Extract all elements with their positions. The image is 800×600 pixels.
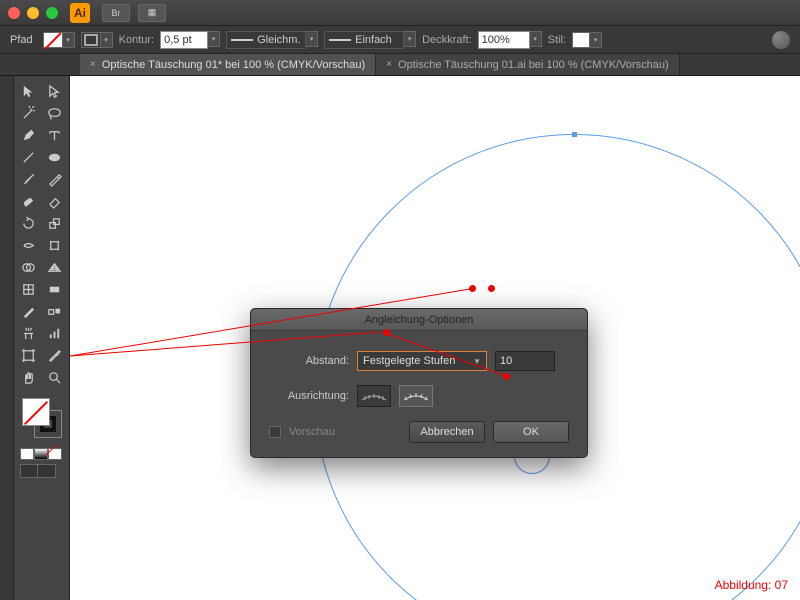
free-transform-tool[interactable]	[42, 234, 68, 256]
none-mode-button[interactable]	[48, 448, 62, 460]
close-tab-icon[interactable]: ×	[386, 59, 392, 70]
cancel-button[interactable]: Abbrechen	[409, 421, 485, 443]
annotation-dot	[469, 285, 476, 292]
tab-label: Optische Täuschung 01* bei 100 % (CMYK/V…	[102, 59, 365, 71]
eraser-tool[interactable]	[42, 190, 68, 212]
perspective-grid-tool[interactable]	[42, 256, 68, 278]
graphic-style-dropdown[interactable]: ▾	[590, 32, 602, 48]
normal-screen-mode[interactable]	[20, 464, 38, 478]
spacing-mode-select[interactable]: Festgelegte Stufen ▼	[357, 351, 487, 371]
panel-dock-strip[interactable]	[0, 76, 14, 600]
stroke-swatch[interactable]	[81, 32, 101, 48]
stroke-weight-input[interactable]: 0,5 pt	[160, 31, 208, 49]
color-mode-button[interactable]	[20, 448, 34, 460]
stroke-profile-dropdown[interactable]: ▾	[306, 31, 318, 47]
opacity-dropdown[interactable]: ▾	[530, 31, 542, 47]
mesh-tool[interactable]	[16, 278, 42, 300]
type-tool[interactable]	[42, 124, 68, 146]
close-window-button[interactable]	[8, 7, 20, 19]
window-controls	[8, 7, 58, 19]
stroke-weight-stepper[interactable]: ▾	[208, 31, 220, 47]
object-type-label: Pfad	[6, 34, 37, 46]
hand-tool[interactable]	[16, 366, 42, 388]
symbol-sprayer-tool[interactable]	[16, 322, 42, 344]
app-icon: Ai	[70, 3, 90, 23]
artboard-tool[interactable]	[16, 344, 42, 366]
minimize-window-button[interactable]	[27, 7, 39, 19]
annotation-dot	[488, 285, 495, 292]
figure-caption: Abbildung: 07	[715, 578, 788, 592]
stroke-dropdown[interactable]: ▾	[101, 32, 113, 48]
gradient-tool[interactable]	[42, 278, 68, 300]
control-bar: Pfad ▾ ▾ Kontur: 0,5 pt ▾ Gleichm. ▾ Ein…	[0, 26, 800, 54]
pencil-tool[interactable]	[42, 168, 68, 190]
document-setup-icon[interactable]	[772, 31, 790, 49]
pen-tool[interactable]	[16, 124, 42, 146]
fill-dropdown[interactable]: ▾	[63, 32, 75, 48]
ellipse-tool[interactable]	[42, 146, 68, 168]
opacity-input[interactable]: 100%	[478, 31, 530, 49]
line-tool[interactable]	[16, 146, 42, 168]
tools-panel	[14, 76, 70, 600]
orientation-label: Ausrichtung:	[269, 390, 349, 402]
chevron-down-icon: ▼	[473, 357, 481, 366]
direct-selection-tool[interactable]	[42, 80, 68, 102]
slice-tool[interactable]	[42, 344, 68, 366]
opacity-label: Deckkraft:	[422, 34, 472, 46]
shape-builder-tool[interactable]	[16, 256, 42, 278]
blob-brush-tool[interactable]	[16, 190, 42, 212]
stroke-profile-select[interactable]: Gleichm.	[226, 31, 306, 49]
lasso-tool[interactable]	[42, 102, 68, 124]
magic-wand-tool[interactable]	[16, 102, 42, 124]
blend-tool[interactable]	[42, 300, 68, 322]
fill-stroke-indicator[interactable]	[16, 394, 67, 442]
document-tab[interactable]: × Optische Täuschung 01* bei 100 % (CMYK…	[80, 54, 376, 75]
selection-tool[interactable]	[16, 80, 42, 102]
brush-select[interactable]: Einfach	[324, 31, 404, 49]
preview-checkbox[interactable]	[269, 426, 281, 438]
document-tab-bar: × Optische Täuschung 01* bei 100 % (CMYK…	[0, 54, 800, 76]
close-tab-icon[interactable]: ×	[90, 59, 96, 70]
orientation-page-button[interactable]	[357, 385, 391, 407]
fill-indicator[interactable]	[22, 398, 50, 426]
stroke-label: Kontur:	[119, 34, 154, 46]
arrange-docs-button[interactable]: ▦	[138, 4, 166, 22]
full-screen-mode[interactable]	[38, 464, 56, 478]
eyedropper-tool[interactable]	[16, 300, 42, 322]
ok-button[interactable]: OK	[493, 421, 569, 443]
annotation-dot	[383, 329, 390, 336]
annotation-dot	[503, 373, 510, 380]
dialog-title: Angleichung-Optionen	[251, 309, 587, 331]
style-label: Stil:	[548, 34, 566, 46]
preview-label: Vorschau	[289, 426, 335, 438]
graphic-style-swatch[interactable]	[572, 32, 590, 48]
spacing-value-input[interactable]: 10	[495, 351, 555, 371]
brush-dropdown[interactable]: ▾	[404, 31, 416, 47]
bridge-button[interactable]: Br	[102, 4, 130, 22]
titlebar: Ai Br ▦	[0, 0, 800, 26]
orientation-path-button[interactable]	[399, 385, 433, 407]
fill-swatch[interactable]	[43, 32, 63, 48]
canvas[interactable]: Angleichung-Optionen Abstand: Festgelegt…	[70, 76, 800, 600]
paintbrush-tool[interactable]	[16, 168, 42, 190]
width-tool[interactable]	[16, 234, 42, 256]
scale-tool[interactable]	[42, 212, 68, 234]
column-graph-tool[interactable]	[42, 322, 68, 344]
anchor-point[interactable]	[572, 132, 577, 137]
blend-options-dialog: Angleichung-Optionen Abstand: Festgelegt…	[250, 308, 588, 458]
zoom-tool[interactable]	[42, 366, 68, 388]
tab-label: Optische Täuschung 01.ai bei 100 % (CMYK…	[398, 59, 669, 71]
document-tab[interactable]: × Optische Täuschung 01.ai bei 100 % (CM…	[376, 54, 680, 75]
rotate-tool[interactable]	[16, 212, 42, 234]
zoom-window-button[interactable]	[46, 7, 58, 19]
spacing-label: Abstand:	[269, 355, 349, 367]
